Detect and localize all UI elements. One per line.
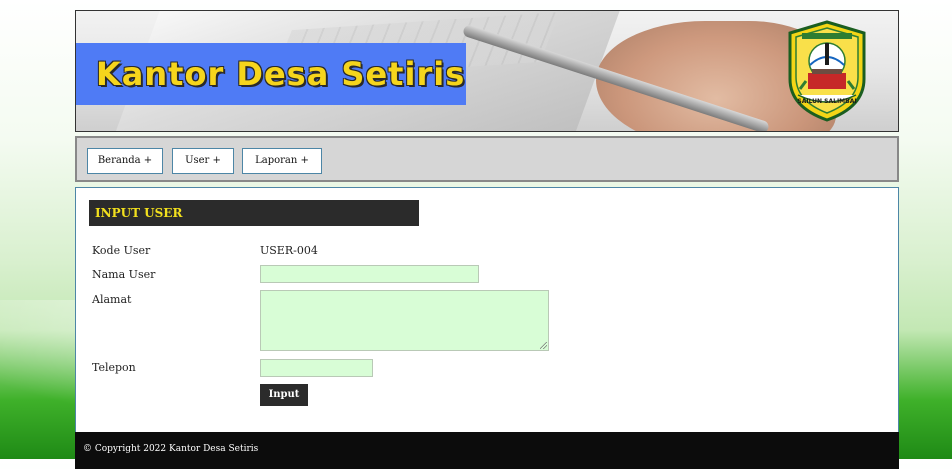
nama-user-label: Nama User bbox=[92, 268, 156, 281]
telepon-label: Telepon bbox=[92, 361, 136, 374]
resize-handle-icon[interactable] bbox=[540, 342, 547, 349]
nav-beranda-button[interactable]: Beranda + bbox=[87, 148, 163, 174]
input-submit-button[interactable]: Input bbox=[260, 384, 308, 406]
footer-copyright: © Copyright 2022 Kantor Desa Setiris bbox=[75, 432, 899, 469]
regency-emblem-icon: SAILUN SALIMBAI bbox=[788, 20, 866, 122]
nama-user-input[interactable] bbox=[260, 265, 479, 283]
telepon-input[interactable] bbox=[260, 359, 373, 377]
main-navigation: Beranda + User + Laporan + bbox=[75, 136, 899, 182]
form-heading: INPUT USER bbox=[89, 200, 419, 226]
kode-user-label: Kode User bbox=[92, 244, 151, 257]
site-title: Kantor Desa Setiris bbox=[96, 55, 466, 93]
form-panel: INPUT USER Kode User USER-004 Nama User … bbox=[75, 187, 899, 434]
nav-laporan-button[interactable]: Laporan + bbox=[242, 148, 322, 174]
kode-user-value: USER-004 bbox=[260, 244, 318, 257]
nav-user-button[interactable]: User + bbox=[172, 148, 234, 174]
svg-text:SAILUN SALIMBAI: SAILUN SALIMBAI bbox=[797, 98, 856, 105]
alamat-label: Alamat bbox=[92, 293, 132, 306]
header-banner: Kantor Desa Setiris SAILUN SALIMBAI bbox=[75, 10, 899, 132]
alamat-textarea[interactable] bbox=[260, 290, 549, 351]
